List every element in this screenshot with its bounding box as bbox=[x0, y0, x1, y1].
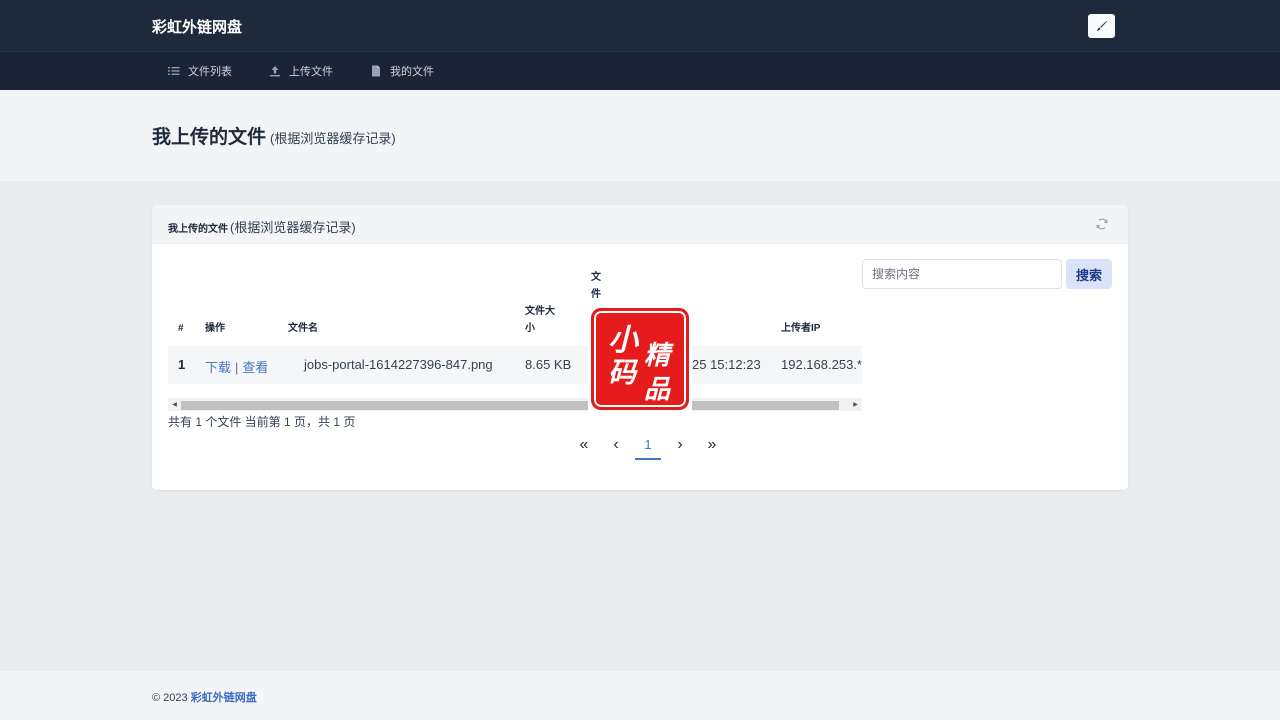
col-header-index: # bbox=[178, 323, 184, 334]
refresh-icon[interactable] bbox=[1095, 217, 1109, 231]
row-index: 1 bbox=[178, 357, 186, 372]
row-size: 8.65 KB bbox=[525, 357, 572, 372]
col-header-size-line2: 小 bbox=[525, 323, 535, 334]
col-header-type-line2: 件 bbox=[591, 289, 601, 300]
col-header-actions: 操作 bbox=[205, 323, 225, 334]
first-page-button[interactable]: « bbox=[568, 430, 600, 460]
nav-label: 我的文件 bbox=[390, 66, 434, 78]
row-ip: 192.168.253.* bbox=[781, 357, 862, 372]
scrollbar-thumb[interactable] bbox=[181, 401, 839, 410]
col-header-size: 文件大 小 bbox=[525, 303, 555, 337]
row-filename: jobs-portal-1614227396-847.png bbox=[304, 357, 493, 372]
watermark-seal: 小 精 码 品 bbox=[588, 306, 692, 412]
page-header: 我上传的文件 (根据浏览器缓存记录) bbox=[0, 90, 1280, 181]
next-page-button[interactable]: › bbox=[664, 430, 696, 460]
pagination: « ‹ 1 › » bbox=[568, 429, 728, 461]
scroll-left-arrow[interactable]: ◀ bbox=[168, 398, 181, 411]
nav-item-upload[interactable]: 上传文件 bbox=[269, 63, 333, 79]
search-input[interactable] bbox=[862, 259, 1062, 289]
col-header-filename: 文件名 bbox=[288, 323, 318, 334]
view-link[interactable]: 查看 bbox=[242, 360, 268, 375]
page-number-1[interactable]: 1 bbox=[635, 430, 661, 460]
download-link[interactable]: 下载 bbox=[205, 360, 231, 375]
seal-stamp: 小 精 码 品 bbox=[591, 308, 689, 410]
brand-title[interactable]: 彩虹外链网盘 bbox=[152, 16, 242, 37]
seal-char-2: 精 bbox=[644, 341, 671, 371]
list-icon bbox=[168, 65, 180, 77]
card-title-text: 我上传的文件 bbox=[168, 224, 228, 235]
card-subtitle: (根据浏览器缓存记录) bbox=[230, 220, 356, 235]
brush-icon bbox=[1096, 21, 1107, 31]
seal-char-4: 品 bbox=[644, 375, 671, 405]
footer-brand-link[interactable]: 彩虹外链网盘 bbox=[191, 692, 257, 704]
top-header: 彩虹外链网盘 bbox=[0, 0, 1280, 51]
prev-page-button[interactable]: ‹ bbox=[600, 430, 632, 460]
theme-toggle-button[interactable] bbox=[1088, 14, 1115, 38]
card-title: 我上传的文件 (根据浏览器缓存记录) bbox=[168, 217, 356, 236]
upload-icon bbox=[269, 65, 281, 77]
page-subtitle: (根据浏览器缓存记录) bbox=[270, 131, 396, 146]
col-header-size-line1: 文件大 bbox=[525, 306, 555, 317]
last-page-button[interactable]: » bbox=[696, 430, 728, 460]
search-button[interactable]: 搜索 bbox=[1066, 259, 1112, 289]
nav-item-my-files[interactable]: 我的文件 bbox=[370, 63, 434, 79]
nav-item-file-list[interactable]: 文件列表 bbox=[168, 63, 232, 79]
seal-char-3: 码 bbox=[608, 356, 637, 389]
page-title-text: 我上传的文件 bbox=[152, 127, 267, 148]
table-horizontal-scrollbar[interactable]: ◀ ▶ bbox=[168, 398, 862, 411]
page-title: 我上传的文件 (根据浏览器缓存记录) bbox=[152, 122, 396, 149]
nav-label: 上传文件 bbox=[289, 66, 333, 78]
row-upload-time: 25 15:12:23 bbox=[692, 357, 761, 372]
footer-text: © 2023 彩虹外链网盘 bbox=[152, 689, 257, 705]
main-nav: 文件列表 上传文件 我的文件 bbox=[0, 51, 1280, 90]
action-divider: | bbox=[235, 360, 239, 375]
nav-label: 文件列表 bbox=[188, 66, 232, 78]
file-count-summary: 共有 1 个文件 当前第 1 页，共 1 页 bbox=[168, 415, 356, 429]
scroll-right-arrow[interactable]: ▶ bbox=[849, 398, 862, 411]
col-header-uploader-ip: 上传者IP bbox=[781, 323, 821, 334]
page-footer: © 2023 彩虹外链网盘 bbox=[0, 671, 1280, 720]
file-icon bbox=[370, 65, 382, 77]
col-header-type-line1: 文 bbox=[591, 272, 601, 283]
col-header-type: 文 件 bbox=[591, 269, 601, 303]
copyright-text: © 2023 bbox=[152, 692, 188, 704]
card-header: 我上传的文件 (根据浏览器缓存记录) bbox=[152, 205, 1128, 244]
row-actions: 下载 | 查看 bbox=[205, 357, 268, 376]
